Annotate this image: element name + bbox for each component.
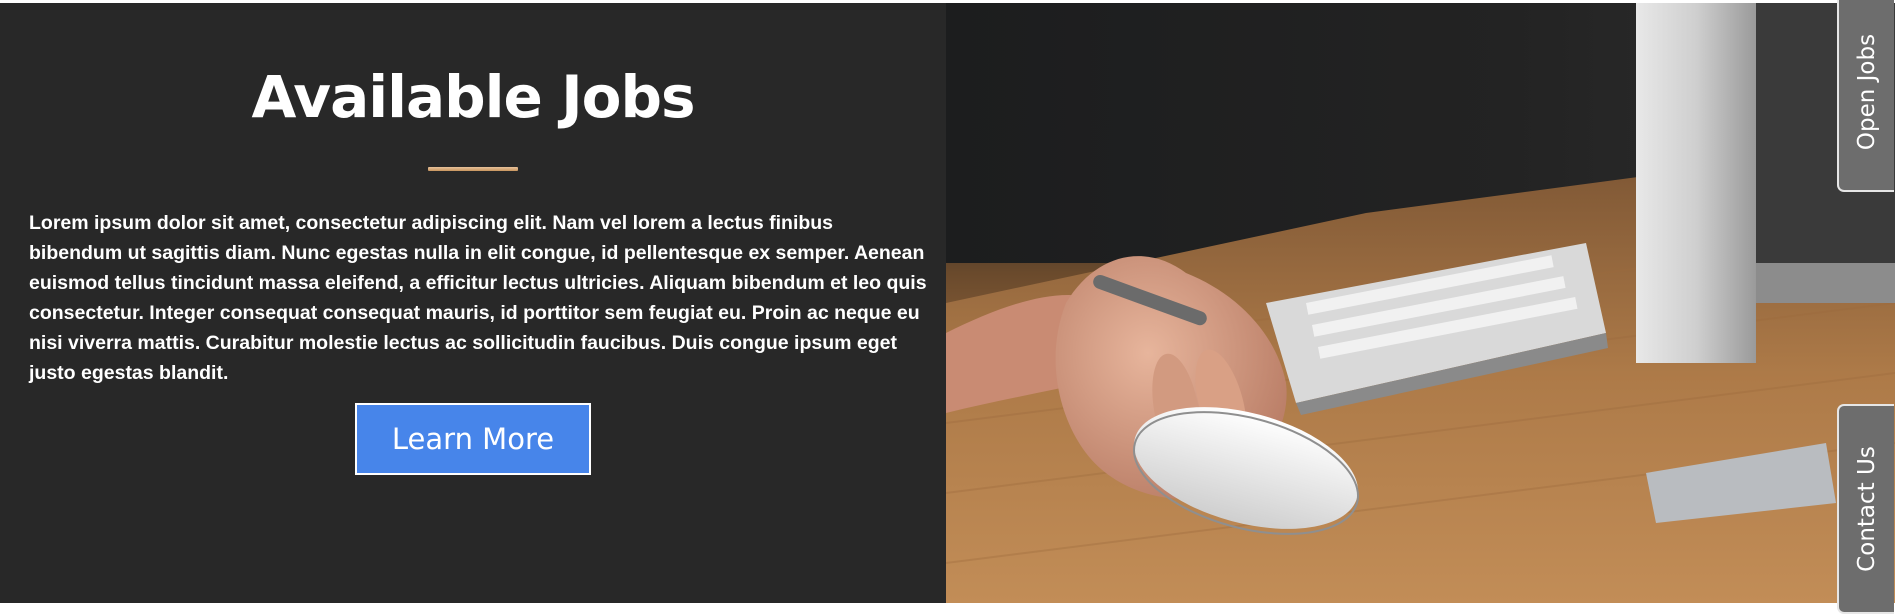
desk-photo-illustration: [946, 3, 1895, 603]
open-jobs-label: Open Jobs: [1853, 33, 1880, 151]
page: Available Jobs Lorem ipsum dolor sit ame…: [0, 0, 1895, 614]
contact-us-tab[interactable]: Contact Us: [1837, 404, 1894, 614]
hero-photo: [946, 3, 1895, 603]
learn-more-button[interactable]: Learn More: [355, 403, 591, 475]
intro-text: Lorem ipsum dolor sit amet, consectetur …: [29, 212, 927, 384]
page-title: Available Jobs: [251, 63, 695, 131]
jobs-panel: Available Jobs Lorem ipsum dolor sit ame…: [0, 3, 946, 603]
contact-us-label: Contact Us: [1853, 446, 1880, 572]
open-jobs-tab[interactable]: Open Jobs: [1837, 0, 1894, 192]
title-divider: [428, 167, 518, 171]
